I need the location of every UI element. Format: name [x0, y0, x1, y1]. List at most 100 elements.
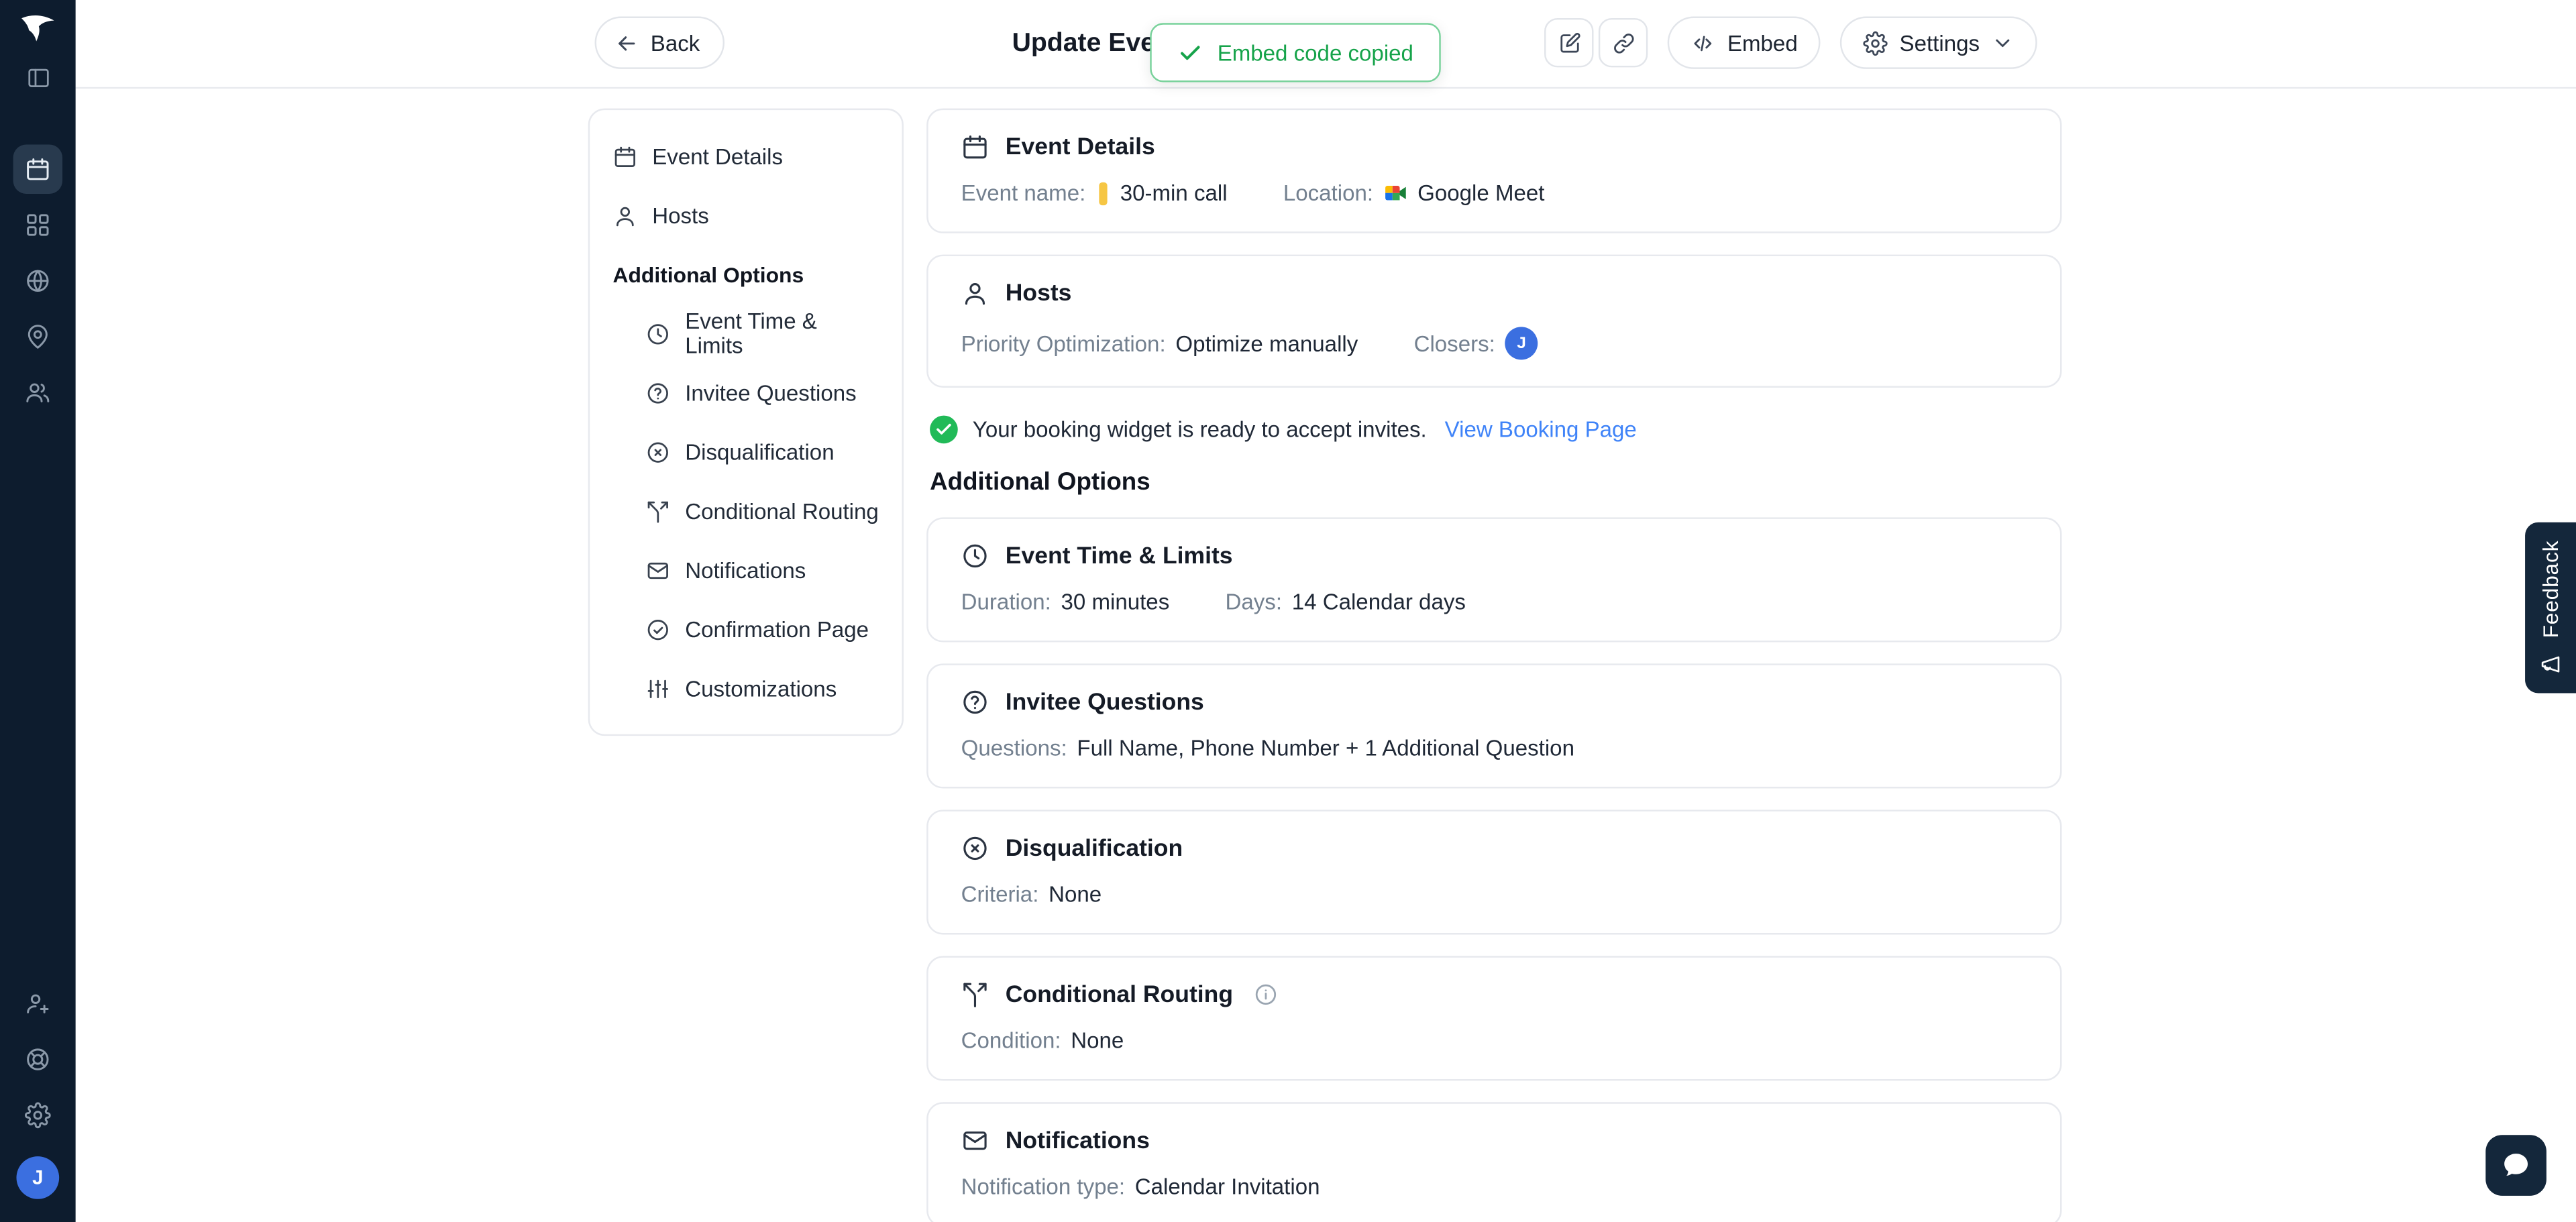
nav-item-label: Event Details — [652, 144, 784, 169]
google-meet-icon — [1383, 180, 1408, 205]
section-heading: Additional Options — [930, 467, 1150, 496]
toast-message: Embed code copied — [1217, 40, 1413, 65]
sidebar-item-invite[interactable] — [13, 979, 62, 1028]
back-button-label: Back — [650, 30, 700, 56]
closer-avatar-initial: J — [1517, 334, 1526, 353]
sidebar-item-settings[interactable] — [13, 1091, 62, 1140]
back-button[interactable]: Back — [594, 16, 725, 69]
user-avatar-initial: J — [32, 1166, 44, 1190]
nav-item-notifications[interactable]: Notifications — [590, 541, 902, 600]
help-circle-icon — [961, 688, 989, 716]
card-conditional-routing[interactable]: Conditional Routing Condition: None — [926, 956, 2062, 1081]
field-label: Location: — [1283, 180, 1374, 206]
edit-event-button[interactable] — [1545, 17, 1595, 68]
gear-icon — [24, 1102, 51, 1129]
sidebar-item-events[interactable] — [13, 144, 63, 194]
nav-item-customizations[interactable]: Customizations — [590, 659, 902, 718]
user-avatar[interactable]: J — [16, 1156, 60, 1199]
nav-item-label: Event Time & Limits — [685, 309, 817, 358]
field-value: 14 Calendar days — [1291, 590, 1466, 614]
calendar-icon — [27, 158, 49, 180]
event-summary-column: Event Details Event name: 30-min call Lo… — [926, 108, 2062, 1222]
field-value: Optimize manually — [1175, 331, 1358, 356]
life-buoy-icon — [27, 1048, 49, 1070]
nav-section-label: Additional Options — [612, 262, 804, 287]
card-title: Event Details — [1005, 133, 1155, 160]
info-icon[interactable] — [1252, 982, 1277, 1007]
topbar-actions: Embed Settings — [1545, 16, 2037, 69]
split-icon — [961, 981, 989, 1009]
field-value: Calendar Invitation — [1134, 1174, 1320, 1199]
app-sidebar: J — [0, 0, 76, 1222]
clock-icon — [961, 542, 989, 570]
map-pin-icon — [28, 325, 48, 349]
field-value: Full Name, Phone Number + 1 Additional Q… — [1077, 736, 1574, 761]
chat-bubble-icon — [2504, 1154, 2528, 1176]
brand-logo — [19, 13, 56, 43]
banner-text: Your booking widget is ready to accept i… — [972, 417, 1427, 442]
check-icon — [1181, 45, 1200, 60]
card-hosts[interactable]: Hosts Priority Optimization: Optimize ma… — [926, 254, 2062, 388]
chat-launcher[interactable] — [2485, 1135, 2546, 1196]
chevron-down-icon — [1996, 39, 2010, 48]
field-label: Closers: — [1413, 331, 1495, 356]
field-label: Event name: — [961, 180, 1086, 206]
event-settings-nav: Event Details Hosts Additional Options E… — [588, 108, 904, 736]
card-invitee-questions[interactable]: Invitee Questions Questions: Full Name, … — [926, 663, 2062, 789]
field-label: Duration: — [961, 590, 1051, 614]
feedback-tab[interactable]: Feedback — [2525, 522, 2576, 693]
card-title: Disqualification — [1005, 835, 1183, 862]
sidebar-item-locations[interactable] — [13, 312, 62, 361]
sidebar-item-web[interactable] — [13, 256, 62, 305]
x-circle-icon — [645, 439, 670, 464]
users-icon — [26, 383, 50, 402]
nav-item-conditional-routing[interactable]: Conditional Routing — [590, 482, 902, 541]
card-event-details[interactable]: Event Details Event name: 30-min call Lo… — [926, 108, 2062, 233]
link-icon — [1613, 32, 1634, 53]
settings-button[interactable]: Settings — [1840, 16, 2037, 69]
field-label: Questions: — [961, 736, 1067, 761]
card-notifications[interactable]: Notifications Notification type: Calenda… — [926, 1102, 2062, 1222]
nav-item-hosts[interactable]: Hosts — [590, 186, 902, 245]
nav-item-confirmation-page[interactable]: Confirmation Page — [590, 600, 902, 659]
field-label: Priority Optimization: — [961, 331, 1166, 356]
grid-icon — [27, 214, 49, 236]
view-booking-page-link[interactable]: View Booking Page — [1445, 417, 1637, 442]
pencil-square-icon — [1560, 32, 1580, 52]
split-icon — [645, 498, 670, 523]
nav-item-disqualification[interactable]: Disqualification — [590, 422, 902, 481]
field-label: Condition: — [961, 1028, 1061, 1053]
field-value: None — [1071, 1028, 1124, 1053]
field-value: Google Meet — [1417, 180, 1545, 206]
yellow-highlight-bar — [1098, 181, 1108, 205]
code-icon — [1695, 35, 1713, 51]
embed-button[interactable]: Embed — [1668, 16, 1821, 69]
app-window: J Back Update Event Embed Settings Embed… — [0, 0, 2576, 1222]
copy-link-button[interactable] — [1599, 17, 1649, 68]
closer-avatar: J — [1505, 327, 1538, 360]
field-value: 30-min call — [1120, 180, 1228, 206]
sidebar-item-help[interactable] — [13, 1035, 62, 1084]
booking-ready-banner: Your booking widget is ready to accept i… — [930, 415, 2058, 444]
nav-item-event-details[interactable]: Event Details — [590, 127, 902, 186]
user-plus-icon — [27, 994, 49, 1013]
nav-item-event-time-limits[interactable]: Event Time & Limits — [590, 304, 902, 363]
nav-item-label: Invitee Questions — [685, 380, 857, 405]
card-title: Conditional Routing — [1005, 981, 1234, 1008]
gear-icon — [1863, 30, 1888, 55]
nav-item-label: Notifications — [685, 557, 806, 583]
card-event-time-limits[interactable]: Event Time & Limits Duration: 30 minutes… — [926, 517, 2062, 643]
nav-item-label: Confirmation Page — [685, 616, 869, 642]
sidebar-collapse-icon[interactable] — [16, 56, 59, 99]
embed-button-label: Embed — [1727, 30, 1798, 56]
feedback-tab-label: Feedback — [2538, 541, 2563, 639]
field-label: Criteria: — [961, 882, 1039, 907]
user-icon — [961, 279, 989, 307]
sidebar-item-teams[interactable] — [13, 368, 62, 417]
card-title: Hosts — [1005, 280, 1072, 307]
nav-item-invitee-questions[interactable]: Invitee Questions — [590, 363, 902, 422]
sidebar-item-apps[interactable] — [13, 201, 62, 249]
nav-item-label: Conditional Routing — [685, 498, 879, 524]
card-disqualification[interactable]: Disqualification Criteria: None — [926, 810, 2062, 935]
card-title: Invitee Questions — [1005, 689, 1204, 716]
